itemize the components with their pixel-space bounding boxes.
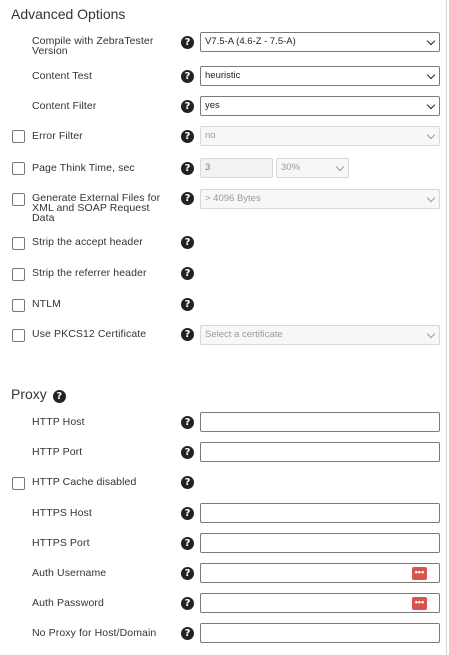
divider — [446, 0, 447, 655]
http-cache-checkbox[interactable] — [12, 477, 25, 490]
help-icon[interactable]: ? — [181, 507, 194, 520]
no-proxy-label: No Proxy for Host/Domain — [32, 627, 157, 639]
pkcs12-label: Use PKCS12 Certificate — [32, 328, 147, 340]
help-icon[interactable]: ? — [181, 537, 194, 550]
password-key-icon[interactable]: ••• — [412, 597, 427, 610]
help-icon[interactable]: ? — [181, 298, 194, 311]
content-filter-label: Content Filter — [32, 100, 97, 112]
help-icon[interactable]: ? — [181, 597, 194, 610]
https-port-input[interactable] — [200, 533, 440, 553]
http-host-label: HTTP Host — [32, 416, 85, 428]
error-filter-value: no — [205, 130, 216, 141]
ntlm-checkbox[interactable] — [12, 299, 25, 312]
auth-username-input[interactable]: ••• — [200, 563, 440, 583]
help-icon[interactable]: ? — [181, 567, 194, 580]
https-host-label: HTTPS Host — [32, 507, 92, 519]
pkcs12-certificate-select[interactable]: Select a certificate — [200, 325, 440, 345]
help-icon[interactable]: ? — [181, 267, 194, 280]
http-port-input[interactable] — [200, 442, 440, 462]
auth-password-input[interactable]: ••• — [200, 593, 440, 613]
http-host-input[interactable] — [200, 412, 440, 432]
content-test-select[interactable]: heuristic — [200, 66, 440, 86]
pkcs12-checkbox[interactable] — [12, 329, 25, 342]
think-time-input[interactable]: 3 — [200, 158, 273, 178]
help-icon[interactable]: ? — [181, 236, 194, 249]
think-time-value: 3 — [205, 162, 211, 173]
chevron-down-icon — [426, 130, 436, 140]
page-think-time-label: Page Think Time, sec — [32, 162, 135, 174]
help-icon[interactable]: ? — [181, 476, 194, 489]
https-host-input[interactable] — [200, 503, 440, 523]
help-icon[interactable]: ? — [181, 36, 194, 49]
help-icon[interactable]: ? — [181, 416, 194, 429]
https-port-label: HTTPS Port — [32, 537, 90, 549]
help-icon[interactable]: ? — [181, 130, 194, 143]
pkcs12-certificate-value: Select a certificate — [205, 329, 283, 340]
strip-referrer-checkbox[interactable] — [12, 268, 25, 281]
password-key-icon[interactable]: ••• — [412, 567, 427, 580]
content-test-label: Content Test — [32, 70, 92, 82]
chevron-down-icon — [426, 329, 436, 339]
help-icon[interactable]: ? — [181, 162, 194, 175]
help-icon[interactable]: ? — [181, 192, 194, 205]
help-icon[interactable]: ? — [181, 446, 194, 459]
external-files-value: > 4096 Bytes — [205, 193, 261, 204]
chevron-down-icon — [426, 70, 436, 80]
think-time-percent-select[interactable]: 30% — [276, 158, 349, 178]
help-icon[interactable]: ? — [181, 328, 194, 341]
compile-version-label: Compile with ZebraTester Version — [32, 35, 154, 57]
content-filter-select[interactable]: yes — [200, 96, 440, 116]
advanced-options-title: Advanced Options — [11, 6, 126, 22]
advanced-options-panel: Advanced Options Compile with ZebraTeste… — [0, 0, 449, 655]
external-files-checkbox[interactable] — [12, 193, 25, 206]
help-icon[interactable]: ? — [52, 390, 66, 403]
compile-version-select[interactable]: V7.5-A (4.6-Z - 7.5-A) — [200, 32, 440, 52]
auth-password-label: Auth Password — [32, 597, 104, 609]
external-files-select[interactable]: > 4096 Bytes — [200, 189, 440, 209]
error-filter-select[interactable]: no — [200, 126, 440, 146]
help-icon[interactable]: ? — [181, 70, 194, 83]
auth-username-label: Auth Username — [32, 567, 107, 579]
strip-accept-checkbox[interactable] — [12, 237, 25, 250]
http-cache-label: HTTP Cache disabled — [32, 476, 137, 488]
error-filter-checkbox[interactable] — [12, 130, 25, 143]
proxy-title: Proxy? — [11, 386, 66, 403]
content-test-value: heuristic — [205, 70, 241, 81]
content-filter-value: yes — [205, 100, 220, 111]
ntlm-label: NTLM — [32, 298, 61, 310]
chevron-down-icon — [426, 100, 436, 110]
strip-referrer-label: Strip the referrer header — [32, 267, 147, 279]
think-time-percent-value: 30% — [281, 162, 301, 173]
proxy-title-text: Proxy — [11, 386, 47, 402]
compile-version-value: V7.5-A (4.6-Z - 7.5-A) — [205, 36, 296, 47]
page-think-time-checkbox[interactable] — [12, 162, 25, 175]
strip-accept-label: Strip the accept header — [32, 236, 143, 248]
http-port-label: HTTP Port — [32, 446, 83, 458]
chevron-down-icon — [426, 36, 436, 46]
external-files-label: Generate External Files for XML and SOAP… — [32, 192, 161, 224]
help-icon[interactable]: ? — [181, 100, 194, 113]
chevron-down-icon — [335, 162, 345, 172]
chevron-down-icon — [426, 193, 436, 203]
no-proxy-input[interactable] — [200, 623, 440, 643]
help-icon[interactable]: ? — [181, 627, 194, 640]
error-filter-label: Error Filter — [32, 130, 83, 142]
